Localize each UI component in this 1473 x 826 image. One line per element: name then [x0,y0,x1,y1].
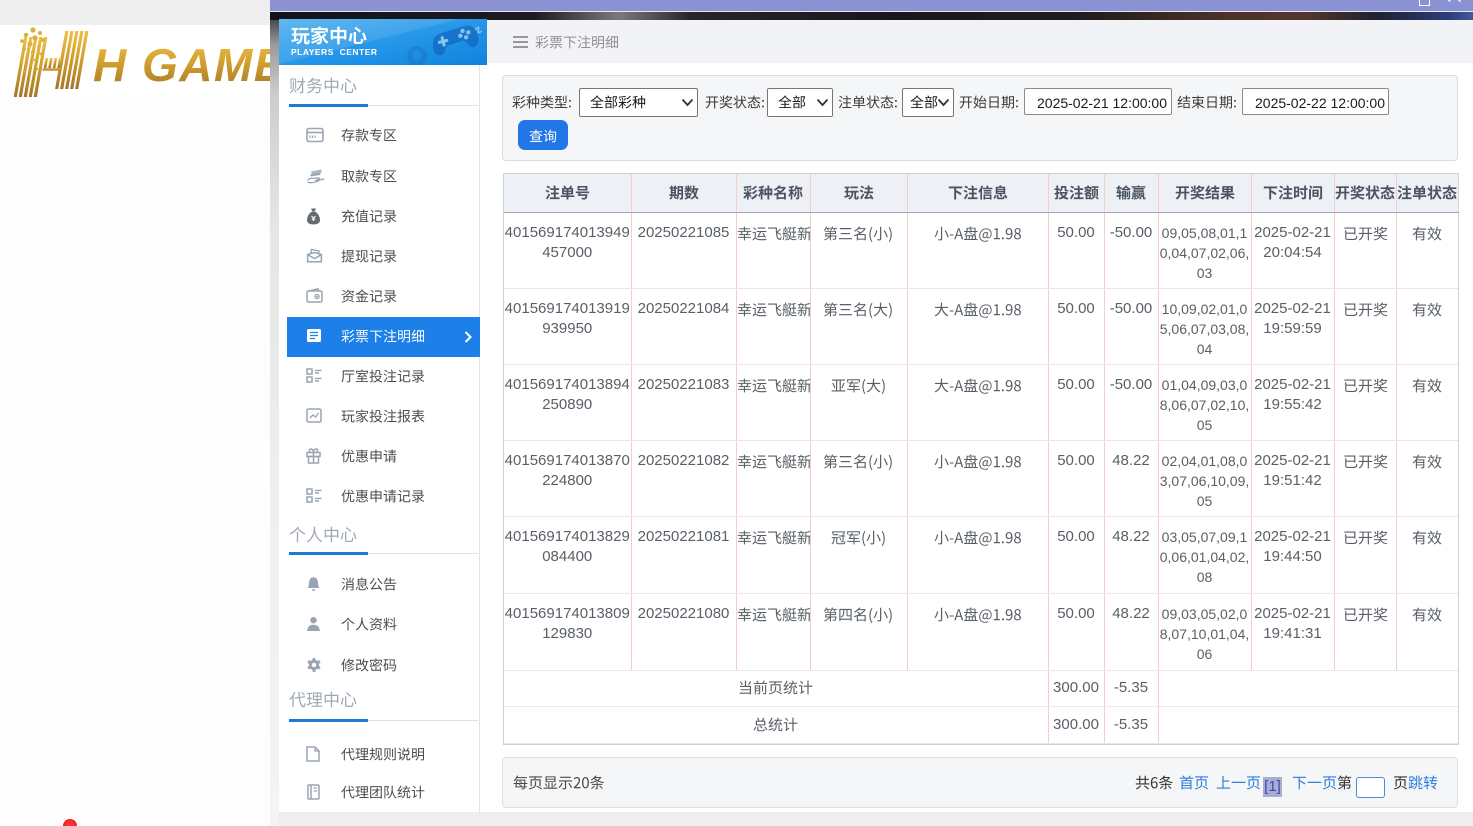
svg-text:H GAME: H GAME [93,39,286,91]
